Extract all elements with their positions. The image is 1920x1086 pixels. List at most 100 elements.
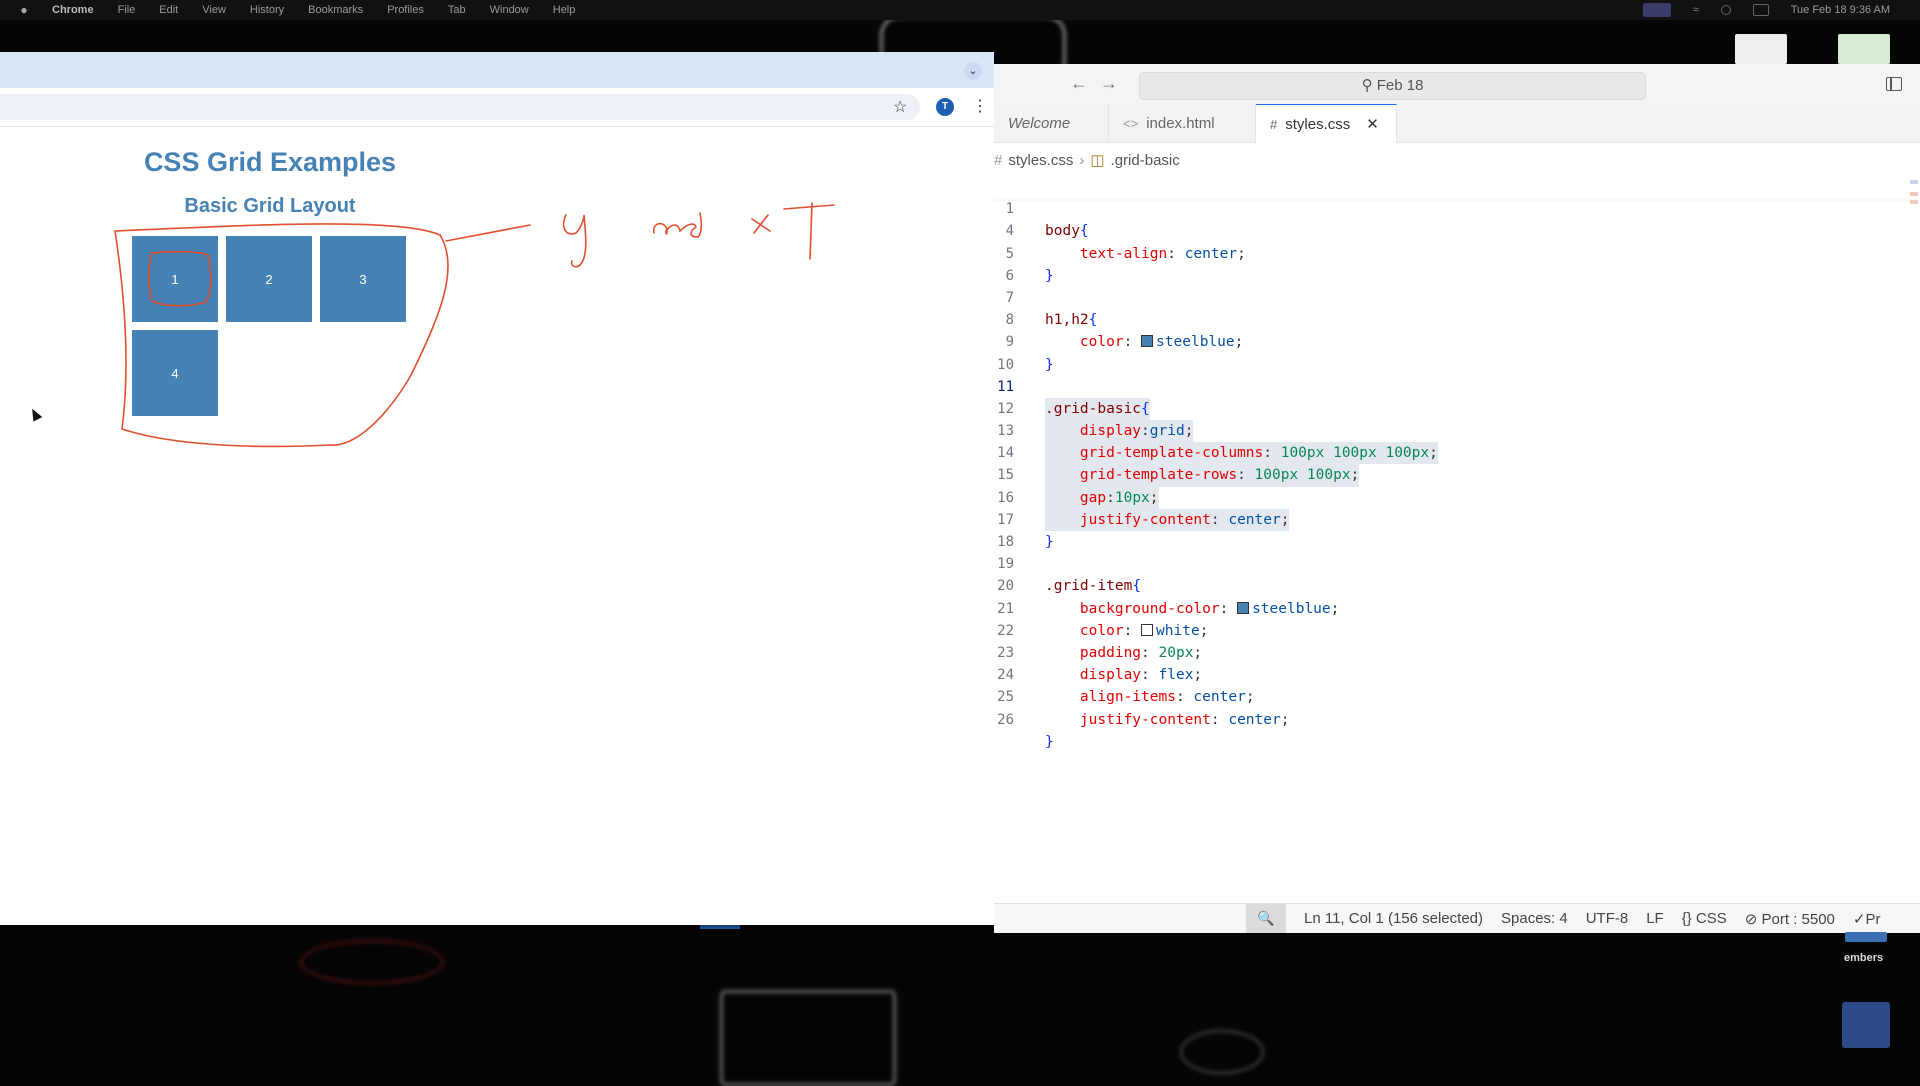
minimap[interactable] xyxy=(1910,180,1918,240)
tab-label: index.html xyxy=(1146,114,1215,132)
menu-app-chrome[interactable]: Chrome xyxy=(52,4,94,16)
web-page: CSS Grid Examples Basic Grid Layout 1 2 … xyxy=(0,127,994,925)
channel-logo xyxy=(1842,1002,1890,1048)
annotation-and xyxy=(652,212,703,238)
code-line: 5 } xyxy=(994,220,1920,284)
search-text: Feb 18 xyxy=(1376,77,1424,94)
code-line: 23 display: flex; xyxy=(994,620,1920,683)
editor-titlebar: ← → ⚲ Feb 18 xyxy=(994,64,1920,104)
breadcrumb-file[interactable]: styles.css xyxy=(1008,152,1073,169)
code-line: 9 } xyxy=(994,309,1920,372)
code-area[interactable]: 1 body{ 4 text-align: center; 5 } 6 7 h1… xyxy=(994,176,1920,750)
code-line: 21 color: white; xyxy=(994,575,1920,639)
toggle-sidebar-icon[interactable] xyxy=(1886,77,1902,91)
browser-tab-strip: ⌄ xyxy=(0,52,994,88)
menubar-clock[interactable]: Tue Feb 18 9:36 AM xyxy=(1791,4,1890,16)
status-bar: 🔍 Ln 11, Col 1 (156 selected) Spaces: 4 … xyxy=(994,903,1920,933)
screen-share-icon[interactable] xyxy=(1642,3,1671,17)
menu-edit[interactable]: Edit xyxy=(159,4,178,16)
dock-indicator xyxy=(1845,932,1887,942)
menu-bookmarks[interactable]: Bookmarks xyxy=(308,4,363,16)
status-language[interactable]: {} CSS xyxy=(1682,910,1727,927)
page-subtitle: Basic Grid Layout xyxy=(184,195,356,217)
members-label: embers xyxy=(1844,952,1884,964)
annotation-y xyxy=(562,214,587,268)
zoom-icon[interactable]: 🔍 xyxy=(1246,904,1286,933)
tab-index-html[interactable]: <> index.html xyxy=(1109,104,1256,142)
browser-menu-icon[interactable]: ⋮ xyxy=(972,96,988,116)
menu-help[interactable]: Help xyxy=(553,4,576,16)
code-line: 15 gap:10px; xyxy=(994,442,1920,509)
back-arrow-icon[interactable]: ← xyxy=(1070,73,1088,94)
menu-history[interactable]: History xyxy=(250,4,284,16)
menu-file[interactable]: File xyxy=(118,4,136,16)
apple-icon[interactable]: ● xyxy=(18,3,30,17)
symbol-class-icon: ◫ xyxy=(1090,152,1105,169)
grid-item: 3 xyxy=(320,236,406,322)
command-center-search[interactable]: ⚲ Feb 18 xyxy=(1139,72,1646,100)
profile-avatar[interactable]: T xyxy=(936,98,954,116)
breadcrumb: # styles.css › ◫ .grid-basic xyxy=(994,149,1180,171)
grid-item: 4 xyxy=(132,330,218,416)
close-icon[interactable]: ✕ xyxy=(1366,115,1379,133)
css-icon: # xyxy=(994,151,1003,169)
code-line: 11 .grid-basic{ xyxy=(994,354,1920,421)
status-prettier[interactable]: ✓Pr xyxy=(1853,910,1881,928)
status-port-label: Port : 5500 xyxy=(1761,910,1835,928)
code-line: 6 xyxy=(994,243,1920,284)
html-icon: <> xyxy=(1123,115,1139,131)
menu-profiles[interactable]: Profiles xyxy=(387,4,424,16)
wifi-icon[interactable]: ≈ xyxy=(1693,4,1699,16)
code-line: 7 h1,h2{ xyxy=(994,265,1920,328)
address-bar[interactable] xyxy=(0,94,920,120)
status-language-label: CSS xyxy=(1695,910,1727,927)
status-live-server-port[interactable]: ⊘ Port : 5500 xyxy=(1745,910,1835,928)
code-line: 25 justify-content: center; xyxy=(994,664,1920,727)
code-line: 17 } xyxy=(994,487,1920,550)
tab-search-chevron-icon[interactable]: ⌄ xyxy=(964,62,982,80)
tab-label: styles.css xyxy=(1285,115,1351,133)
code-line: 18 xyxy=(994,509,1920,550)
grid-basic: 1 2 3 4 xyxy=(132,236,406,416)
code-line: 13 grid-template-columns: 100px 100px 10… xyxy=(994,398,1920,465)
status-encoding[interactable]: UTF-8 xyxy=(1586,910,1629,927)
status-eol[interactable]: LF xyxy=(1646,910,1664,927)
menu-tab[interactable]: Tab xyxy=(448,4,466,16)
tab-welcome[interactable]: Welcome xyxy=(994,104,1109,142)
code-line: 16 justify-content: center; xyxy=(994,464,1920,532)
tab-styles-css[interactable]: # styles.css ✕ xyxy=(1256,104,1397,143)
annotation-x xyxy=(751,214,771,234)
menu-window[interactable]: Window xyxy=(490,4,529,16)
css-icon: # xyxy=(1270,116,1278,132)
braces-icon: {} xyxy=(1681,910,1696,927)
menu-view[interactable]: View xyxy=(202,4,226,16)
code-line: 1 body{ xyxy=(994,176,1920,239)
code-line: 8 color: steelblue; xyxy=(994,287,1920,350)
code-line: 22 padding: 20px; xyxy=(994,598,1920,661)
forward-arrow-icon[interactable]: → xyxy=(1100,73,1118,94)
code-editor-window: ← → ⚲ Feb 18 Welcome <> index.html # sty… xyxy=(994,64,1920,933)
check-icon: ✓ xyxy=(1852,910,1866,928)
chevron-right-icon: › xyxy=(1079,151,1085,169)
menu-bar: ● Chrome File Edit View History Bookmark… xyxy=(0,0,1920,20)
code-line: 4 text-align: center; xyxy=(994,198,1920,261)
page-title: CSS Grid Examples xyxy=(143,147,397,177)
code-line: 14 grid-template-rows: 100px 100px; xyxy=(994,420,1920,487)
status-indentation[interactable]: Spaces: 4 xyxy=(1501,910,1568,927)
code-line: 10 xyxy=(994,331,1920,373)
window-thumbnail[interactable] xyxy=(1838,34,1890,64)
code-line: 12 display:grid; xyxy=(994,376,1920,443)
browser-toolbar: ☆ T ⋮ xyxy=(0,88,994,127)
spotlight-icon[interactable] xyxy=(1720,5,1731,15)
window-thumbnail[interactable] xyxy=(1735,34,1787,64)
line-number: 26 xyxy=(997,711,1014,728)
breadcrumb-symbol[interactable]: .grid-basic xyxy=(1111,152,1180,169)
status-cursor-position[interactable]: Ln 11, Col 1 (156 selected) xyxy=(1304,910,1483,927)
annotation-T xyxy=(783,202,835,260)
control-center-icon[interactable] xyxy=(1752,4,1769,16)
search-icon: ⚲ xyxy=(1361,77,1377,94)
code-line: 20 background-color: steelblue; xyxy=(994,553,1920,616)
annotation-arrow xyxy=(445,224,531,242)
bookmark-star-icon[interactable]: ☆ xyxy=(893,97,907,117)
tab-label: Welcome xyxy=(1008,114,1071,132)
